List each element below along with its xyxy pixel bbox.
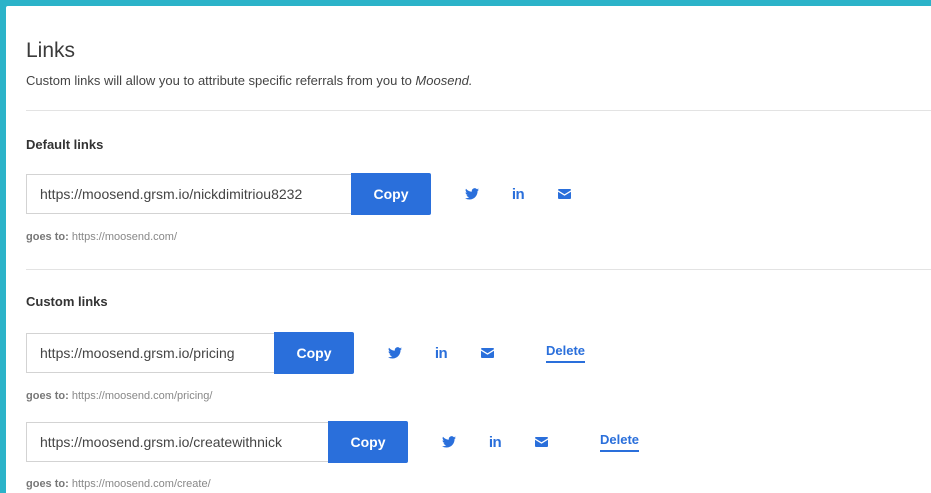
- divider: [26, 110, 931, 111]
- goes-to-label: goes to:: [26, 390, 69, 402]
- custom-share-icons: in: [440, 433, 578, 451]
- custom-copy-button[interactable]: Copy: [328, 421, 408, 463]
- subtitle-brand: Moosend.: [415, 73, 473, 88]
- goes-to-label: goes to:: [26, 478, 69, 490]
- custom-link-input[interactable]: [26, 333, 274, 373]
- twitter-icon[interactable]: [463, 185, 481, 203]
- twitter-icon[interactable]: [440, 433, 458, 451]
- goes-to-url: https://moosend.com/pricing/: [71, 390, 213, 402]
- custom-goes-to: goes to: https://moosend.com/create/: [26, 478, 211, 490]
- links-panel: Links Custom links will allow you to att…: [6, 6, 931, 493]
- page-subtitle: Custom links will allow you to attribute…: [26, 73, 473, 88]
- goes-to-url: https://moosend.com/: [71, 231, 178, 243]
- delete-link-button[interactable]: Delete: [600, 432, 640, 452]
- linkedin-icon[interactable]: in: [509, 185, 527, 203]
- default-copy-button[interactable]: Copy: [351, 173, 431, 215]
- custom-goes-to: goes to: https://moosend.com/pricing/: [26, 390, 212, 402]
- default-link-row: Copy in: [26, 173, 601, 215]
- custom-link-row: Copy in Delete: [26, 421, 640, 463]
- custom-share-icons: in: [386, 344, 524, 362]
- goes-to-url: https://moosend.com/create/: [71, 478, 211, 490]
- default-link-input[interactable]: [26, 174, 351, 214]
- custom-link-row: Copy in Delete: [26, 332, 586, 374]
- linkedin-icon[interactable]: in: [486, 433, 504, 451]
- custom-copy-button[interactable]: Copy: [274, 332, 354, 374]
- default-goes-to: goes to: https://moosend.com/: [26, 231, 177, 243]
- custom-link-input[interactable]: [26, 422, 328, 462]
- subtitle-text: Custom links will allow you to attribute…: [26, 73, 416, 88]
- custom-links-heading: Custom links: [26, 294, 108, 309]
- delete-link-button[interactable]: Delete: [546, 343, 586, 363]
- page-title: Links: [26, 39, 76, 62]
- email-icon[interactable]: [478, 344, 496, 362]
- goes-to-label: goes to:: [26, 231, 69, 243]
- divider: [26, 269, 931, 270]
- linkedin-icon[interactable]: in: [432, 344, 450, 362]
- default-share-icons: in: [463, 185, 601, 203]
- email-icon[interactable]: [532, 433, 550, 451]
- email-icon[interactable]: [555, 185, 573, 203]
- default-links-heading: Default links: [26, 137, 104, 152]
- twitter-icon[interactable]: [386, 344, 404, 362]
